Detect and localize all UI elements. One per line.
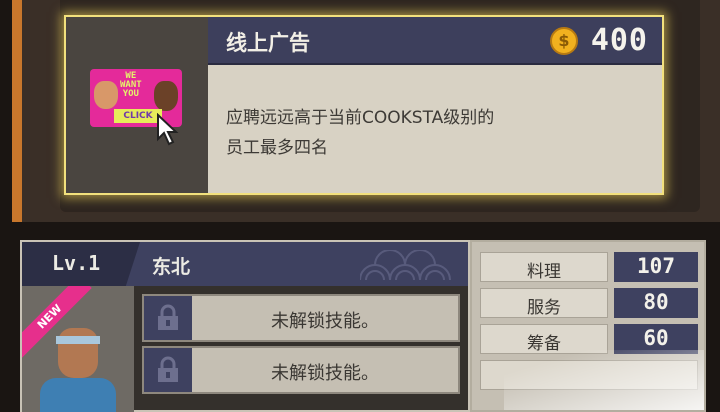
stats-panel: 料理 107 服务 80 筹备 60 xyxy=(470,240,706,412)
ad-description-line-1: 应聘远远高于当前COOKSTA级别的 xyxy=(226,108,495,128)
thumbnail-slogan: WE WANT YOU xyxy=(120,71,142,99)
thumbnail-face-left xyxy=(94,81,118,109)
stat-row-cooking: 料理 107 xyxy=(480,252,702,282)
stat-value-box: 80 xyxy=(614,288,698,318)
level-box: Lv.1 xyxy=(22,242,140,286)
staff-header: Lv.1 东北 xyxy=(22,242,468,286)
staff-level: Lv.1 xyxy=(52,251,101,275)
stat-value-box: 107 xyxy=(614,252,698,282)
skill-lock-box-1 xyxy=(144,296,192,340)
skill-slot-2[interactable]: 未解锁技能。 xyxy=(142,346,460,394)
ad-price: 400 xyxy=(590,23,648,58)
ad-header: 线上广告 $ 400 xyxy=(208,17,662,65)
staff-origin: 东北 xyxy=(152,256,191,278)
lock-icon xyxy=(158,356,178,382)
ad-description-line-2: 员工最多四名 xyxy=(226,138,328,158)
online-ad-card[interactable]: WE WANT YOU CLICK 线上广告 $ 400 应聘远远高于当前COO… xyxy=(64,15,664,195)
skill-text-2: 未解锁技能。 xyxy=(271,363,379,384)
lock-icon xyxy=(158,304,178,330)
coin-icon: $ xyxy=(550,27,578,55)
portrait-headband xyxy=(56,336,100,344)
stat-value-prep: 60 xyxy=(643,326,669,350)
skill-lock-box-2 xyxy=(144,348,192,392)
ad-thumbnail-column: WE WANT YOU CLICK xyxy=(66,17,208,193)
stat-value-service: 80 xyxy=(643,290,669,314)
staff-card[interactable]: Lv.1 东北 NEW 未解锁技能。 未解锁技能。 xyxy=(20,240,470,412)
thumbnail-face-right xyxy=(154,81,178,111)
cursor-icon xyxy=(157,113,179,146)
portrait-body xyxy=(40,378,116,412)
skill-slot-1[interactable]: 未解锁技能。 xyxy=(142,294,460,342)
staff-portrait: NEW xyxy=(22,286,134,412)
skill-text-1: 未解锁技能。 xyxy=(271,311,379,332)
stat-label-service: 服务 xyxy=(527,298,561,318)
thumbnail-click-label: CLICK xyxy=(114,109,162,123)
stat-label-box: 服务 xyxy=(480,288,608,318)
stat-label-box: 料理 xyxy=(480,252,608,282)
ad-title: 线上广告 xyxy=(226,31,310,55)
ad-description: 应聘远远高于当前COOKSTA级别的 员工最多四名 xyxy=(226,103,626,163)
stat-value-cooking: 107 xyxy=(637,254,675,278)
stat-label-cooking: 料理 xyxy=(527,262,561,282)
watermark-fade xyxy=(504,350,704,410)
wave-pattern-icon xyxy=(360,250,451,280)
stat-row-service: 服务 80 xyxy=(480,288,702,318)
